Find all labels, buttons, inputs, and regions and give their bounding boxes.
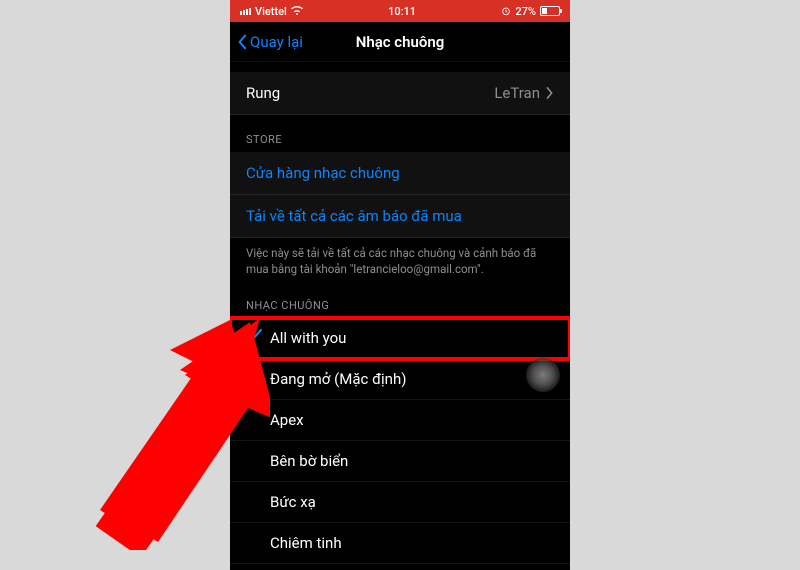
ringtone-label: Apex: [270, 411, 554, 429]
battery-icon: [540, 6, 560, 16]
ringtone-item[interactable]: All with you: [230, 318, 570, 359]
chevron-right-icon: [546, 87, 554, 99]
page-title: Nhạc chuông: [356, 33, 445, 51]
assistive-touch[interactable]: [526, 358, 560, 392]
ringtone-label: Đang mở (Mặc định): [270, 370, 554, 388]
signal-icon: [240, 8, 251, 15]
ringtone-item[interactable]: Chiếu sáng: [230, 564, 570, 570]
status-time: 10:11: [388, 5, 416, 18]
status-bar: Viettel 10:11 27%: [230, 0, 570, 22]
chevron-left-icon: [236, 34, 248, 50]
wifi-icon: [291, 5, 303, 17]
carrier-label: Viettel: [255, 5, 287, 18]
back-button[interactable]: Quay lại: [236, 33, 303, 51]
checkmark-icon: [246, 329, 270, 347]
battery-pct: 27%: [515, 5, 536, 18]
vibration-value: LeTran: [494, 84, 540, 102]
download-all-label: Tải về tất cả các âm báo đã mua: [246, 207, 462, 225]
vibration-label: Rung: [246, 84, 280, 102]
ringtone-label: Bên bờ biển: [270, 452, 554, 470]
phone-screen: Viettel 10:11 27% Quay lại Nhạc chuông R…: [230, 0, 570, 570]
ringtones-header: NHẠC CHUÔNG: [230, 281, 570, 318]
ringtone-label: Bức xạ: [270, 493, 554, 511]
ringtone-item[interactable]: Đang mở (Mặc định): [230, 359, 570, 400]
nav-bar: Quay lại Nhạc chuông: [230, 22, 570, 62]
ringtone-item[interactable]: Apex: [230, 400, 570, 441]
ringtone-list: All with you Đang mở (Mặc định) Apex Bên bờ…: [230, 318, 570, 570]
ringtone-item[interactable]: Chiêm tinh: [230, 523, 570, 564]
store-header: STORE: [230, 115, 570, 152]
ringtone-label: Chiêm tinh: [270, 534, 554, 552]
store-footer: Việc này sẽ tải về tất cả các nhạc chuôn…: [230, 238, 570, 281]
ringtone-item[interactable]: Bức xạ: [230, 482, 570, 523]
back-label: Quay lại: [250, 33, 303, 51]
tone-store-label: Cửa hàng nhạc chuông: [246, 164, 400, 182]
tone-store-link[interactable]: Cửa hàng nhạc chuông: [230, 152, 570, 195]
ringtone-item[interactable]: Bên bờ biển: [230, 441, 570, 482]
ringtone-label: All with you: [270, 329, 554, 347]
vibration-row[interactable]: Rung LeTran: [230, 72, 570, 115]
alarm-icon: [501, 6, 511, 16]
download-all-link[interactable]: Tải về tất cả các âm báo đã mua: [230, 195, 570, 238]
